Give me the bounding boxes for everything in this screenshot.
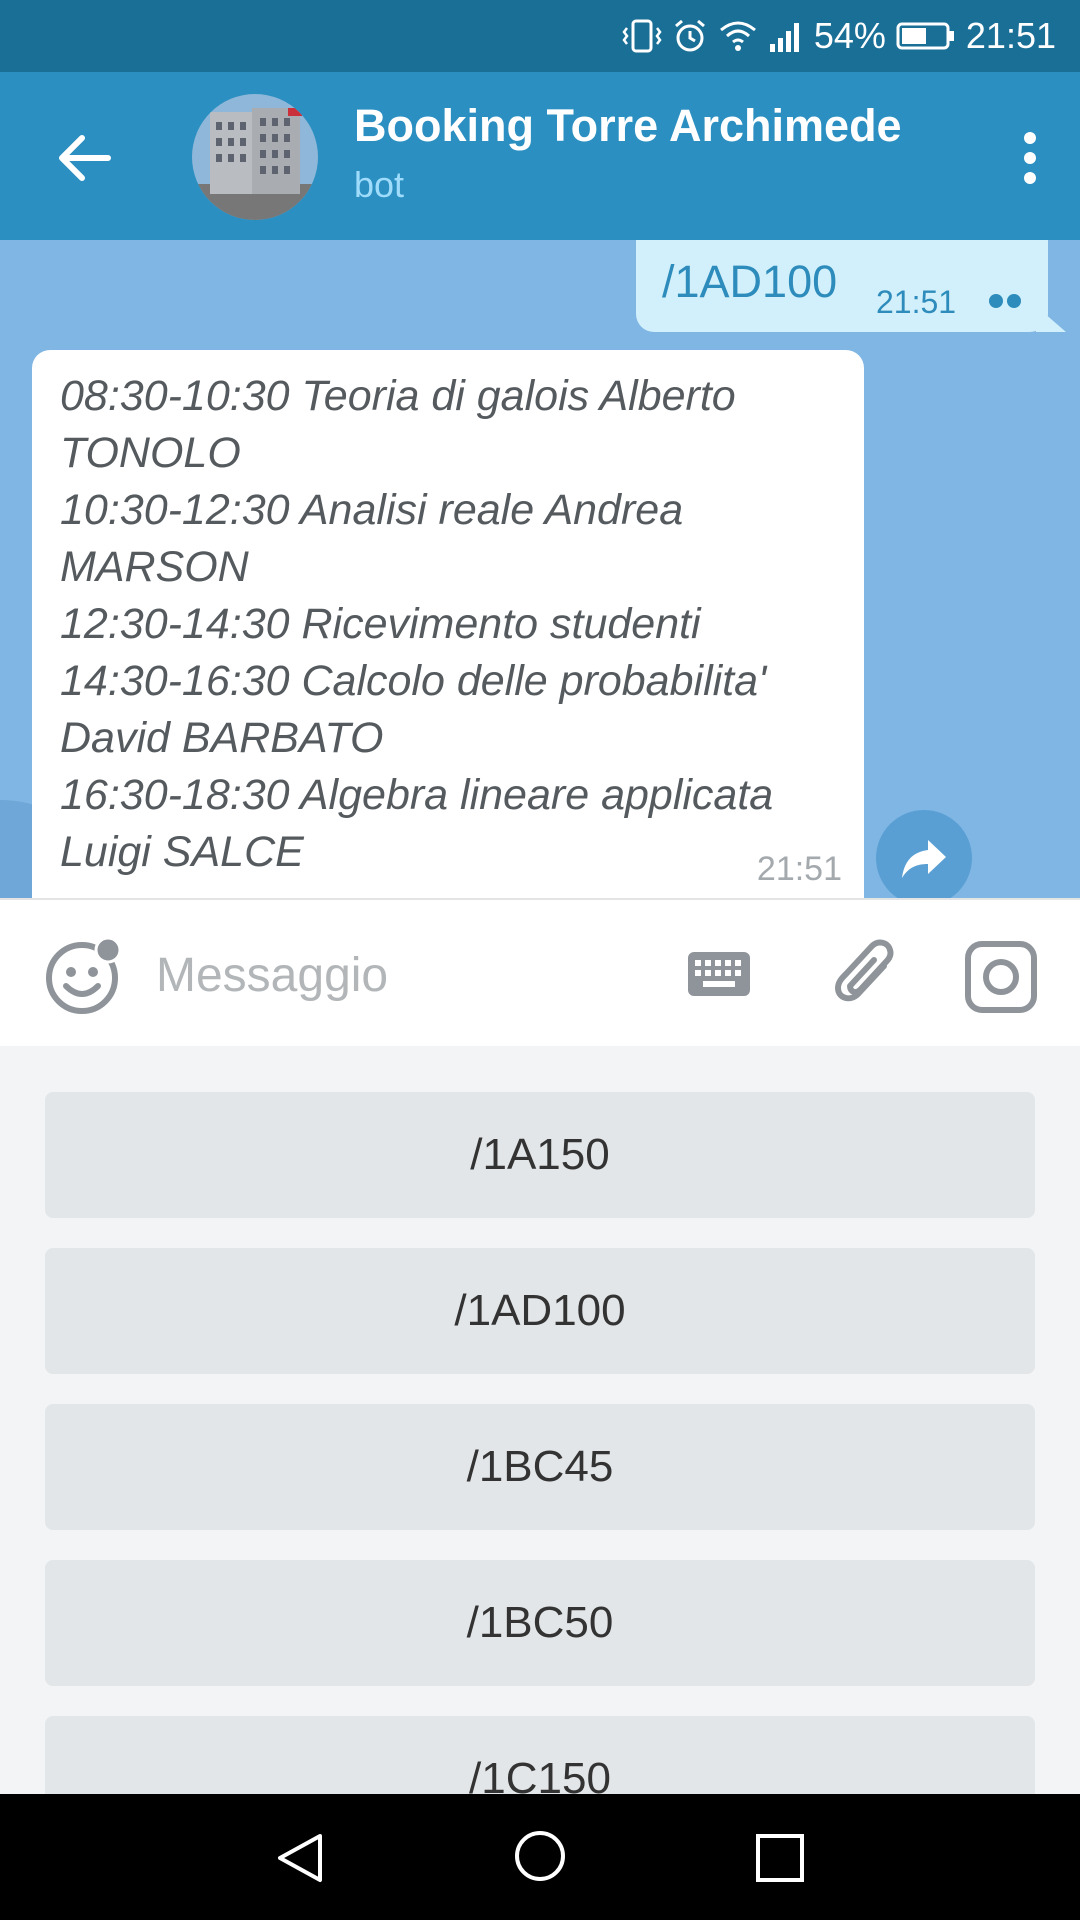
building-avatar-image [192,94,318,220]
avatar[interactable] [192,94,318,220]
sent-ticks-icon [989,294,1021,308]
back-button[interactable] [42,116,126,200]
clock: 21:51 [965,15,1056,56]
alarm-icon [674,19,705,52]
chat-title[interactable]: Booking Torre Archimede [354,100,902,152]
chat-area[interactable]: /1AD100 21:51 08:30-10:30 Teoria di galo… [0,240,1080,898]
attach-button[interactable] [828,936,902,1012]
incoming-message-time: 21:51 [756,850,842,888]
system-navigation-bar [0,1794,1080,1920]
more-vertical-icon [1024,132,1036,184]
keyboard-button-1ad100[interactable]: /1AD100 [45,1248,1035,1374]
schedule-line: 16:30-18:30 Algebra lineare applicata Lu… [60,771,786,876]
schedule-line: 14:30-16:30 Calcolo delle probabilita' D… [60,657,779,762]
nav-recent-apps-icon[interactable] [752,1830,808,1886]
incoming-message[interactable]: 08:30-10:30 Teoria di galois Alberto TON… [32,350,864,898]
message-input[interactable] [156,940,636,1010]
wifi-icon [719,21,756,51]
schedule-line: 10:30-12:30 Analisi reale Andrea MARSON [60,486,696,591]
emoji-button[interactable] [42,934,126,1018]
outgoing-message-text: /1AD100 [662,256,838,307]
status-bar: 54% 21:51 [0,0,1080,72]
outgoing-message[interactable]: /1AD100 21:51 [636,240,1048,332]
app-bar: Booking Torre Archimede bot [0,72,1080,240]
smile-icon [46,936,122,1014]
arrow-left-icon [59,135,111,181]
keyboard-button-1c150[interactable]: /1C150 [45,1716,1035,1794]
chat-subtitle: bot [354,164,405,205]
outgoing-message-time: 21:51 [876,284,957,320]
nav-home-icon[interactable] [512,1828,568,1884]
keyboard-button-1bc50[interactable]: /1BC50 [45,1560,1035,1686]
paperclip-icon [835,939,894,1002]
keyboard-button-1bc45[interactable]: /1BC45 [45,1404,1035,1530]
signal-icon [769,23,799,52]
instagram-camera-icon [965,941,1037,1013]
status-icons: 54% 21:51 [622,12,1056,60]
menu-button[interactable] [1000,116,1060,200]
schedule-line: 12:30-14:30 Ricevimento studenti [60,600,701,648]
share-button[interactable] [876,810,972,898]
keyboard-icon [688,952,750,996]
share-arrow-icon [902,840,946,878]
battery-percent: 54% [813,15,886,56]
bot-reply-keyboard: /1A150 /1AD100 /1BC45 /1BC50 /1C150 [0,1046,1080,1794]
camera-button[interactable] [964,940,1038,1014]
schedule-line: 08:30-10:30 Teoria di galois Alberto TON… [60,372,748,477]
battery-icon [896,22,954,50]
message-input-bar [0,898,1080,1048]
keyboard-button-1a150[interactable]: /1A150 [45,1092,1035,1218]
nav-back-icon[interactable] [272,1830,328,1886]
bot-keyboard-toggle[interactable] [686,948,752,1000]
incoming-message-text: 08:30-10:30 Teoria di galois Alberto TON… [60,368,850,881]
vibrate-icon [622,19,662,53]
